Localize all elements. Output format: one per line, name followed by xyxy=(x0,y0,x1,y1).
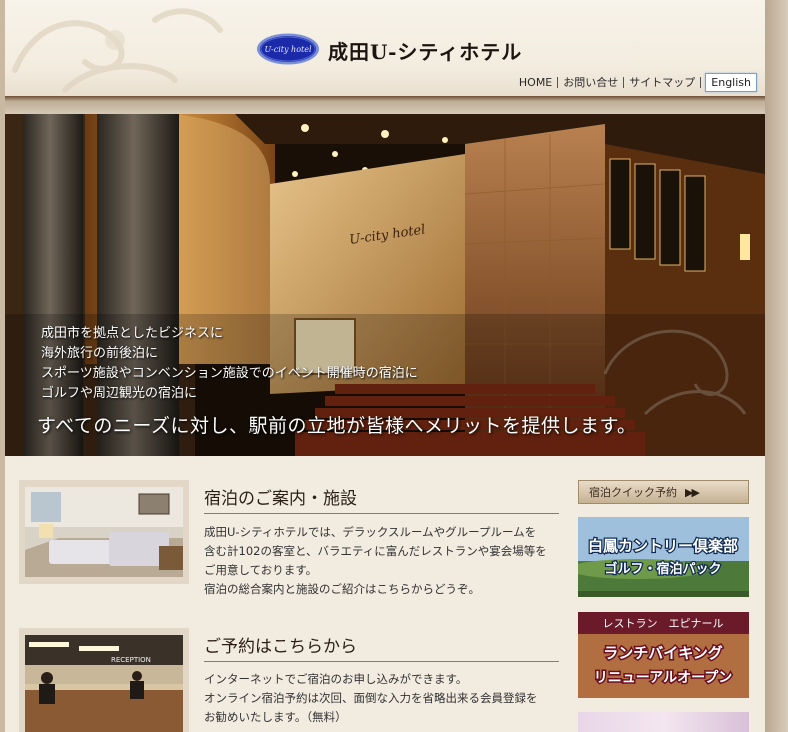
logo-text: U-city hotel xyxy=(264,45,312,54)
title-underline xyxy=(204,513,559,514)
restaurant-banner-line2: リニューアルオープン xyxy=(594,670,732,686)
restaurant-banner-top: レストラン エピナール xyxy=(603,617,724,630)
hero-line: ゴルフや周辺観光の宿泊に xyxy=(41,386,198,401)
site-header: U-city hotel 成田U-シティホテル HOME お問い合せ サイトマッ… xyxy=(5,0,765,96)
section-title-reservation[interactable]: ご予約はこちらから xyxy=(204,632,357,657)
nav-contact-link[interactable]: お問い合せ xyxy=(558,74,623,90)
title-underline xyxy=(204,661,559,662)
body-line: お勧めいたします。（無料） xyxy=(204,710,347,724)
golf-course-photo: 白鳳カントリー倶楽部 ゴルフ・宿泊パック xyxy=(578,517,749,597)
reception-photo-frame[interactable]: RECEPTION xyxy=(19,628,189,732)
section-title-accommodation[interactable]: 宿泊のご案内・施設 xyxy=(204,484,357,509)
quick-booking-button[interactable]: 宿泊クイック予約 ▶▶ xyxy=(578,480,749,504)
restaurant-banner-line1: ランチバイキング xyxy=(603,644,723,662)
nav-divider xyxy=(700,76,702,88)
next-banner-partial[interactable] xyxy=(578,712,749,732)
hero-tagline: すべてのニーズに対し、駅前の立地が皆様へメリットを提供します。 xyxy=(37,415,637,437)
nav-home-link[interactable]: HOME xyxy=(514,76,557,89)
hero-banner: U-city hotel 成田市を拠点としたビジネスに 海外旅行の前後泊に スポ… xyxy=(5,114,765,456)
reception-sign-text: RECEPTION xyxy=(111,656,151,664)
hero-line: 成田市を拠点としたビジネスに xyxy=(41,326,224,341)
double-arrow-icon: ▶▶ xyxy=(685,485,700,499)
window-right-edge xyxy=(765,0,788,732)
nav-sitemap-link[interactable]: サイトマップ xyxy=(624,74,700,90)
english-button[interactable]: English xyxy=(705,72,757,92)
reception-photo: RECEPTION xyxy=(25,635,183,732)
restaurant-photo: レストラン エピナール ランチバイキング リニューアルオープン xyxy=(578,612,749,698)
body-line: オンライン宿泊予約は次回、面倒な入力を省略出来る会員登録を xyxy=(204,691,538,705)
top-navigation: HOME お問い合せ サイトマップ English xyxy=(514,72,757,92)
body-line: 含む計102の客室と、バラエティに富んだレストランや宴会場等を xyxy=(204,544,547,558)
body-line: インターネットでご宿泊のお申し込みができます。 xyxy=(204,672,468,686)
section-body-accommodation: 成田U-シティホテルでは、デラックスルームやグループルームを 含む計102の客室… xyxy=(204,523,547,599)
main-content: 宿泊のご案内・施設 成田U-シティホテルでは、デラックスルームやグループルームを… xyxy=(5,456,765,732)
hotel-exterior-photo: U-city hotel xyxy=(5,114,765,456)
page: U-city hotel 成田U-シティホテル HOME お問い合せ サイトマッ… xyxy=(5,0,765,732)
header-ornament xyxy=(12,8,223,93)
section-body-reservation: インターネットでご宿泊のお申し込みができます。 オンライン宿泊予約は次回、面倒な… xyxy=(204,670,538,727)
golf-banner-line2: ゴルフ・宿泊パック xyxy=(604,561,721,577)
room-photo-frame[interactable] xyxy=(19,480,189,584)
golf-banner-line1: 白鳳カントリー倶楽部 xyxy=(588,537,738,555)
restaurant-lunch-banner[interactable]: レストラン エピナール ランチバイキング リニューアルオープン xyxy=(578,612,749,698)
guest-room-photo xyxy=(25,487,183,577)
body-line: 宿泊の総合案内と施設のご紹介はこちらからどうぞ。 xyxy=(204,582,480,596)
golf-package-banner[interactable]: 白鳳カントリー倶楽部 ゴルフ・宿泊パック xyxy=(578,517,749,597)
hotel-logo[interactable]: U-city hotel xyxy=(256,33,320,65)
body-line: ご用意しております。 xyxy=(204,563,318,577)
body-line: 成田U-シティホテルでは、デラックスルームやグループルームを xyxy=(204,525,537,539)
hero-line: 海外旅行の前後泊に xyxy=(41,346,159,361)
quick-booking-label: 宿泊クイック予約 xyxy=(589,486,677,499)
header-divider-band xyxy=(5,96,765,114)
hero-line: スポーツ施設やコンベンション施設でのイベント開催時の宿泊に xyxy=(41,366,418,381)
hotel-name: 成田U-シティホテル xyxy=(328,40,523,64)
